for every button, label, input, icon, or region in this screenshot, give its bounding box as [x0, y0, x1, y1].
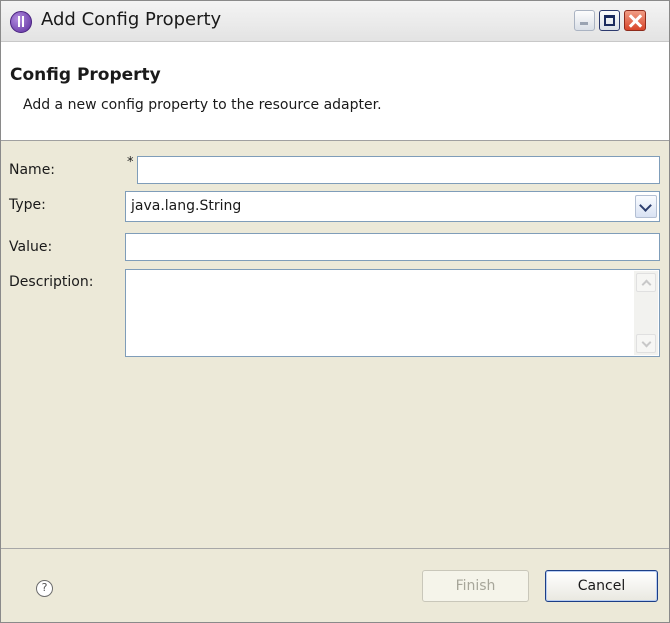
close-button[interactable]	[624, 10, 646, 31]
dialog-window: Add Config Property Config Property Add …	[0, 0, 670, 623]
maximize-button[interactable]	[599, 10, 620, 31]
form-area: Name: * Type: java.lang.String Value: De…	[1, 141, 669, 547]
title-bar[interactable]: Add Config Property	[1, 1, 669, 42]
description-label: Description:	[9, 274, 94, 290]
description-textarea[interactable]	[125, 269, 660, 357]
scroll-up-icon[interactable]	[636, 273, 656, 292]
type-label: Type:	[9, 197, 46, 213]
scroll-down-icon[interactable]	[636, 334, 656, 353]
chevron-down-icon[interactable]	[635, 195, 657, 218]
value-input[interactable]	[125, 233, 660, 261]
header-banner: Config Property Add a new config propert…	[1, 42, 669, 141]
help-icon[interactable]: ?	[36, 580, 53, 597]
page-description: Add a new config property to the resourc…	[23, 97, 382, 113]
cancel-button[interactable]: Cancel	[545, 570, 658, 602]
type-selected-value: java.lang.String	[131, 198, 242, 214]
button-bar: ? Finish Cancel	[1, 548, 669, 622]
value-label: Value:	[9, 239, 53, 255]
required-marker: *	[127, 155, 134, 170]
app-icon	[10, 11, 32, 33]
minimize-button[interactable]	[574, 10, 595, 31]
window-title: Add Config Property	[41, 9, 222, 30]
type-select[interactable]: java.lang.String	[125, 191, 660, 222]
page-title: Config Property	[10, 65, 161, 85]
description-scrollbar[interactable]	[634, 271, 658, 355]
name-input[interactable]	[137, 156, 660, 184]
name-label: Name:	[9, 162, 56, 178]
finish-button[interactable]: Finish	[422, 570, 529, 602]
